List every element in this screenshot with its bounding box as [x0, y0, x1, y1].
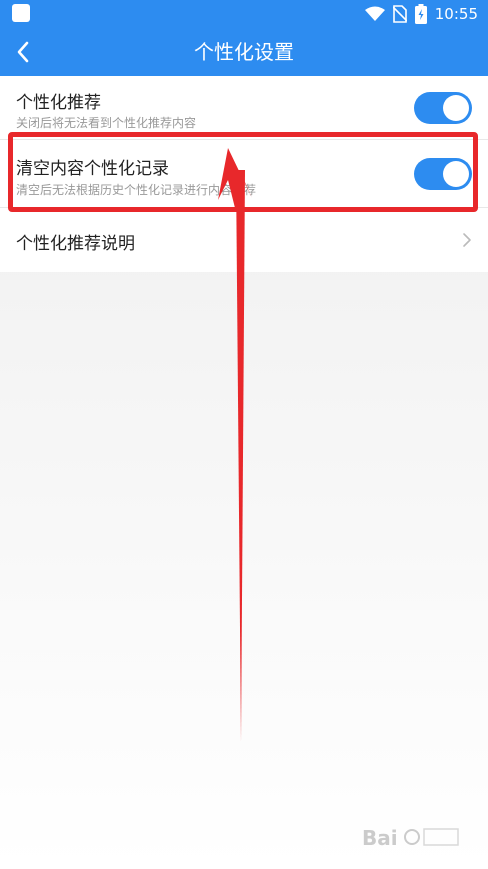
baidu-watermark-logo: Bai: [362, 826, 459, 850]
battery-icon: [414, 4, 427, 24]
setting-title: 个性化推荐说明: [16, 234, 135, 254]
clear-personalized-records-toggle[interactable]: [414, 158, 472, 190]
setting-title: 清空内容个性化记录: [16, 159, 169, 179]
no-sim-icon: [392, 5, 407, 23]
setting-recommendation-explanation[interactable]: 个性化推荐说明: [0, 208, 488, 272]
page-title: 个性化设置: [194, 40, 294, 64]
app-header: 10:55 个性化设置: [0, 0, 488, 76]
status-time: 10:55: [434, 5, 478, 23]
chevron-right-icon: [463, 233, 471, 247]
setting-clear-personalized-records: 清空内容个性化记录 清空后无法根据历史个性化记录进行内容推荐: [0, 140, 488, 208]
toggle-knob: [443, 161, 469, 187]
setting-description: 关闭后将无法看到个性化推荐内容: [16, 116, 197, 130]
back-chevron-icon[interactable]: [12, 38, 36, 66]
wifi-icon: [364, 6, 385, 21]
svg-text:Bai: Bai: [362, 826, 398, 850]
setting-description: 清空后无法根据历史个性化记录进行内容推荐: [16, 183, 257, 197]
settings-list: 个性化推荐 关闭后将无法看到个性化推荐内容 清空内容个性化记录 清空后无法根据历…: [0, 76, 488, 272]
setting-title: 个性化推荐: [16, 93, 101, 113]
app-notification-icon: [12, 4, 30, 22]
status-bar: 10:55: [0, 0, 488, 28]
toggle-knob: [443, 95, 469, 121]
nav-bar: 个性化设置: [0, 28, 488, 76]
status-icons: 10:55: [364, 3, 478, 25]
personalized-recommendation-toggle[interactable]: [414, 92, 472, 124]
setting-personalized-recommendation: 个性化推荐 关闭后将无法看到个性化推荐内容: [0, 76, 488, 140]
